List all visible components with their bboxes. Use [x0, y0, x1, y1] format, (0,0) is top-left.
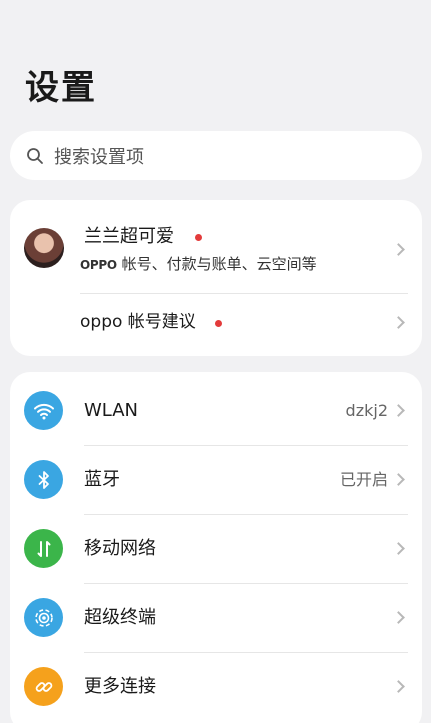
row-label: WLAN — [84, 400, 139, 421]
search-placeholder: 搜索设置项 — [54, 146, 144, 168]
account-subtitle-brand: OPPO — [80, 258, 117, 272]
mobile-data-icon — [24, 529, 63, 568]
settings-row-wlan[interactable]: WLAN dzkj2 — [10, 376, 422, 445]
settings-row-bluetooth[interactable]: 蓝牙 已开启 — [10, 445, 422, 514]
chevron-right-icon — [392, 404, 405, 417]
page-title: 设置 — [25, 68, 97, 108]
row-label: 更多连接 — [84, 676, 156, 697]
super-terminal-icon — [24, 598, 63, 637]
chevron-right-icon — [392, 316, 405, 329]
settings-row-super-terminal[interactable]: 超级终端 — [10, 583, 422, 652]
link-icon — [24, 667, 63, 706]
account-row[interactable]: 兰兰超可爱 OPPO 帐号、付款与账单、云空间等 — [10, 200, 422, 294]
settings-row-more-connections[interactable]: 更多连接 — [10, 652, 422, 721]
search-bar[interactable]: 搜索设置项 — [10, 131, 422, 180]
account-suggestion-row[interactable]: oppo 帐号建议 — [10, 294, 422, 356]
wifi-icon — [24, 391, 63, 430]
account-suggestion-label: oppo 帐号建议 — [80, 312, 196, 332]
notification-dot — [215, 320, 222, 327]
chevron-right-icon — [392, 680, 405, 693]
search-icon — [27, 147, 43, 164]
avatar — [24, 228, 64, 268]
connectivity-card: WLAN dzkj2 蓝牙 已开启 移动网络 超级终端 更多连接 — [10, 372, 422, 723]
account-name: 兰兰超可爱 — [84, 226, 174, 247]
row-value: 已开启 — [339, 470, 388, 489]
account-card: 兰兰超可爱 OPPO 帐号、付款与账单、云空间等 oppo 帐号建议 — [10, 200, 422, 356]
row-label: 超级终端 — [84, 607, 156, 628]
chevron-right-icon — [392, 243, 405, 256]
notification-dot — [195, 234, 202, 241]
chevron-right-icon — [392, 542, 405, 555]
chevron-right-icon — [392, 473, 405, 486]
row-label: 移动网络 — [84, 538, 156, 559]
bluetooth-icon — [24, 460, 63, 499]
account-subtitle-text: 帐号、付款与账单、云空间等 — [116, 255, 317, 273]
row-label: 蓝牙 — [84, 469, 120, 490]
row-value: dzkj2 — [345, 401, 388, 420]
account-subtitle: OPPO 帐号、付款与账单、云空间等 — [80, 253, 317, 276]
chevron-right-icon — [392, 611, 405, 624]
settings-row-mobile-network[interactable]: 移动网络 — [10, 514, 422, 583]
